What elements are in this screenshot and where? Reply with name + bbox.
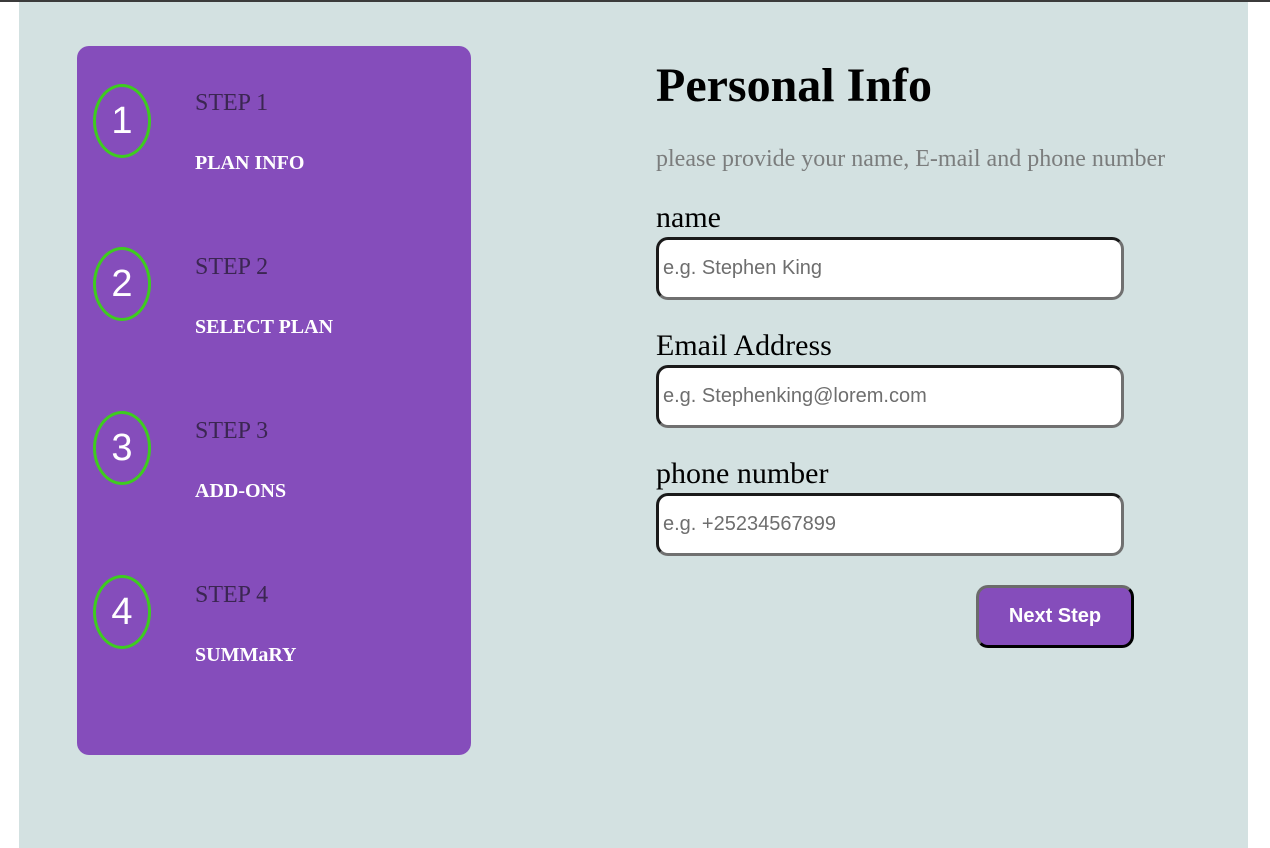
step-title: PLAN INFO [195,152,305,174]
step-number-circle: 2 [93,247,151,321]
email-label: Email Address [656,329,832,362]
step-title: ADD-ONS [195,480,287,502]
step-label: STEP 2 [195,254,269,280]
step-label: STEP 3 [195,418,269,444]
page-title: Personal Info [656,59,932,112]
phone-input[interactable] [656,493,1124,556]
email-input[interactable] [656,365,1124,428]
step-number-circle: 3 [93,411,151,485]
name-label: name [656,201,721,234]
next-step-button[interactable]: Next Step [976,585,1134,648]
step-title: SELECT PLAN [195,316,334,338]
sidebar-step-3[interactable]: 3 STEP 3 ADD-ONS [77,411,471,531]
sidebar-step-2[interactable]: 2 STEP 2 SELECT PLAN [77,247,471,367]
phone-label: phone number [656,457,829,490]
step-title: SUMMaRY [195,644,297,666]
steps-sidebar: 1 STEP 1 PLAN INFO 2 STEP 2 SELECT PLAN … [77,46,471,755]
step-number-circle: 4 [93,575,151,649]
step-number-circle: 1 [93,84,151,158]
step-label: STEP 4 [195,582,269,608]
step-label: STEP 1 [195,90,269,116]
page-subtitle: please provide your name, E-mail and pho… [656,146,1166,172]
form-page: 1 STEP 1 PLAN INFO 2 STEP 2 SELECT PLAN … [19,2,1248,848]
name-input[interactable] [656,237,1124,300]
sidebar-step-4[interactable]: 4 STEP 4 SUMMaRY [77,575,471,695]
sidebar-step-1[interactable]: 1 STEP 1 PLAN INFO [77,84,471,204]
